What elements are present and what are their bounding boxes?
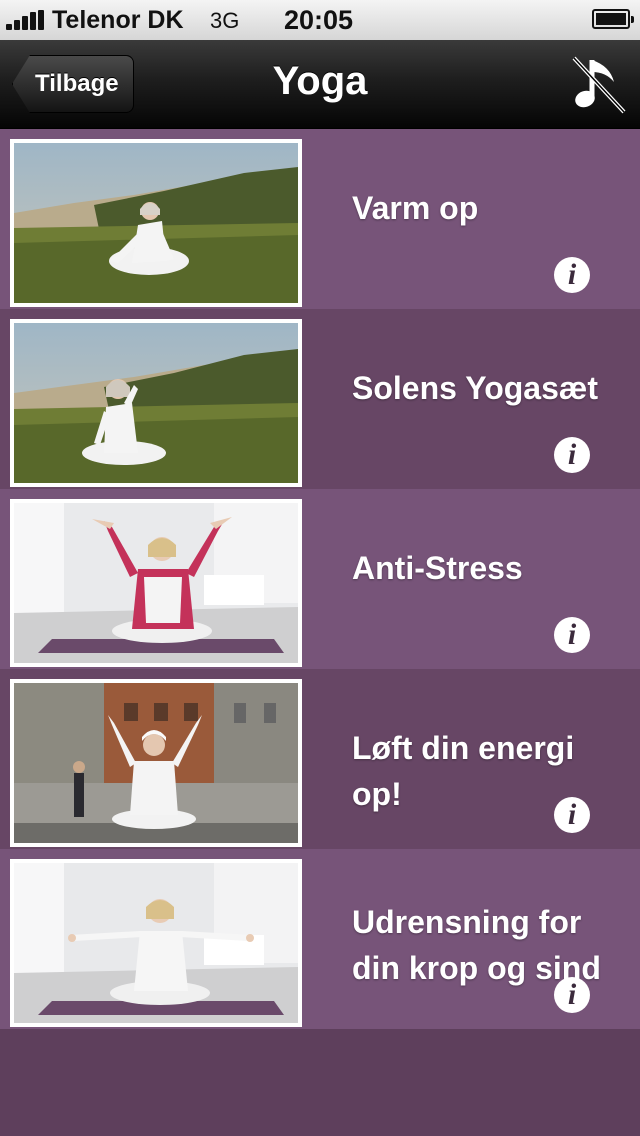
info-icon[interactable]: i (554, 977, 590, 1013)
list-item[interactable]: Solens Yogasæt i (0, 309, 640, 489)
list-item[interactable]: Varm op i (0, 129, 640, 309)
item-title: Udrensning for din krop og sind (352, 904, 601, 986)
list-item[interactable]: Anti-Stress i (0, 489, 640, 669)
info-icon[interactable]: i (554, 257, 590, 293)
info-icon[interactable]: i (554, 797, 590, 833)
battery-icon (592, 9, 634, 29)
thumbnail-image (10, 139, 302, 307)
network-type: 3G (210, 8, 240, 33)
item-title: Solens Yogasæt (352, 370, 598, 406)
list-item[interactable]: Løft din energi op! i (0, 669, 640, 849)
yoga-list: Varm op i Solens Yogasæt i Anti-Stress i… (0, 129, 640, 1029)
page-title: Yoga (272, 59, 368, 103)
signal-strength-icon (6, 10, 48, 30)
thumbnail-image (10, 499, 302, 667)
thumbnail-image (10, 859, 302, 1027)
thumbnail-image (10, 679, 302, 847)
item-title: Varm op (352, 190, 479, 226)
thumbnail-image (10, 319, 302, 487)
music-note-muted-icon[interactable] (570, 52, 630, 116)
info-icon[interactable]: i (554, 617, 590, 653)
item-title: Løft din energi op! (352, 730, 575, 812)
info-icon[interactable]: i (554, 437, 590, 473)
status-bar: Telenor DK 3G 20:05 (0, 0, 640, 40)
carrier-name: Telenor DK (52, 6, 184, 34)
status-time: 20:05 (284, 5, 354, 35)
item-title: Anti-Stress (352, 550, 523, 586)
list-item[interactable]: Udrensning for din krop og sind i (0, 849, 640, 1029)
navigation-bar: Tilbage Yoga (0, 40, 640, 129)
